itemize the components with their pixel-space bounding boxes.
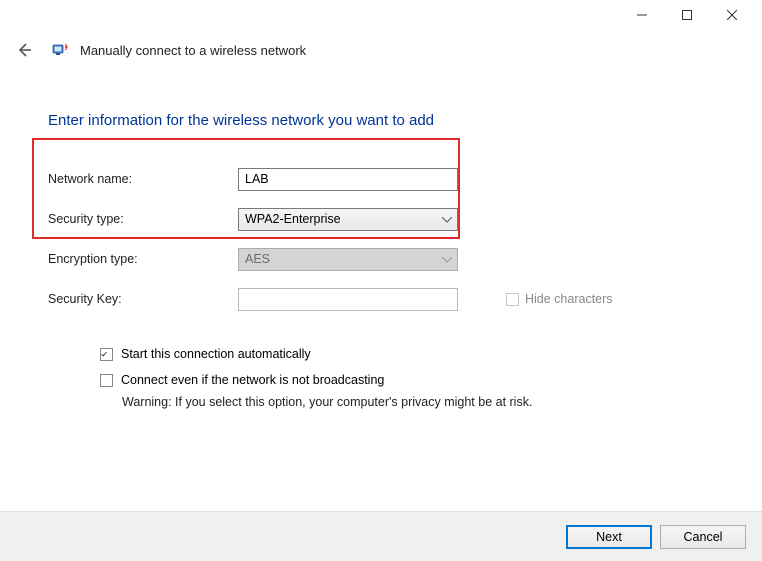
content-area: Enter information for the wireless netwo… [0, 72, 762, 409]
maximize-icon [682, 10, 692, 20]
connect-even-checkbox[interactable] [100, 374, 113, 387]
label-security-key: Security Key: [48, 292, 238, 306]
footer: Next Cancel [0, 511, 762, 561]
row-encryption-type: Encryption type: AES [48, 239, 714, 279]
close-button[interactable] [709, 0, 754, 30]
chevron-down-icon [442, 252, 452, 266]
label-network-name: Network name: [48, 172, 238, 186]
titlebar [0, 0, 762, 30]
back-button[interactable] [12, 38, 36, 62]
encryption-type-value: AES [245, 252, 270, 266]
label-encryption-type: Encryption type: [48, 252, 238, 266]
hide-characters-label: Hide characters [525, 292, 613, 306]
instruction-text: Enter information for the wireless netwo… [48, 112, 714, 129]
connect-even-label: Connect even if the network is not broad… [121, 373, 384, 387]
row-start-auto[interactable]: Start this connection automatically [100, 347, 714, 361]
maximize-button[interactable] [664, 0, 709, 30]
minimize-icon [637, 10, 647, 20]
minimize-button[interactable] [619, 0, 664, 30]
row-connect-even[interactable]: Connect even if the network is not broad… [100, 373, 714, 387]
cancel-button[interactable]: Cancel [660, 525, 746, 549]
next-button[interactable]: Next [566, 525, 652, 549]
close-icon [727, 10, 737, 20]
row-security-key: Security Key: Hide characters [48, 279, 714, 319]
start-auto-checkbox[interactable] [100, 348, 113, 361]
hide-characters-option: Hide characters [506, 292, 613, 306]
network-name-input[interactable] [238, 168, 458, 191]
window-title: Manually connect to a wireless network [80, 43, 306, 58]
label-security-type: Security type: [48, 212, 238, 226]
encryption-type-select: AES [238, 248, 458, 271]
start-auto-label: Start this connection automatically [121, 347, 311, 361]
security-type-select[interactable]: WPA2-Enterprise [238, 208, 458, 231]
row-network-name: Network name: [48, 159, 714, 199]
hide-characters-checkbox [506, 293, 519, 306]
wireless-icon [52, 41, 70, 59]
header: Manually connect to a wireless network [0, 30, 762, 72]
security-key-input [238, 288, 458, 311]
back-arrow-icon [15, 41, 33, 59]
warning-text: Warning: If you select this option, your… [122, 395, 714, 409]
row-security-type: Security type: WPA2-Enterprise [48, 199, 714, 239]
security-type-value: WPA2-Enterprise [245, 212, 341, 226]
